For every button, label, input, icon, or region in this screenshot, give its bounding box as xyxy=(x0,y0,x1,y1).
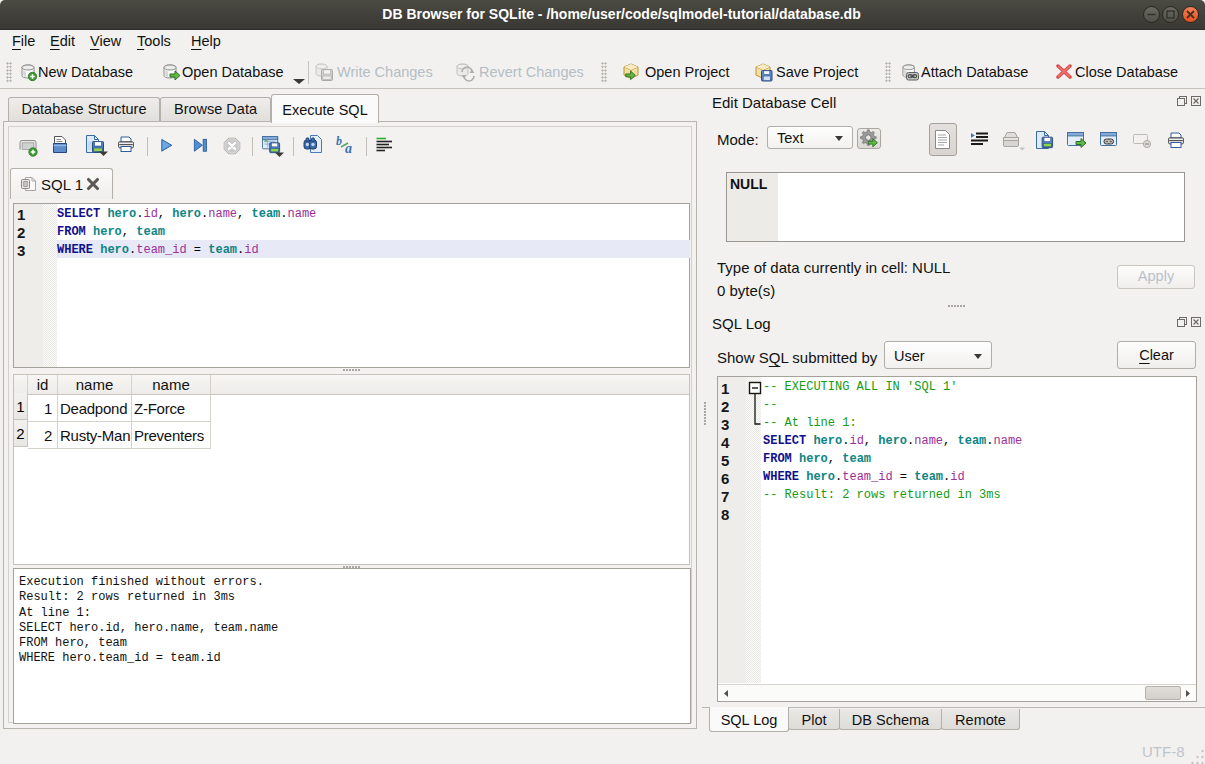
svg-text:a: a xyxy=(345,141,352,155)
